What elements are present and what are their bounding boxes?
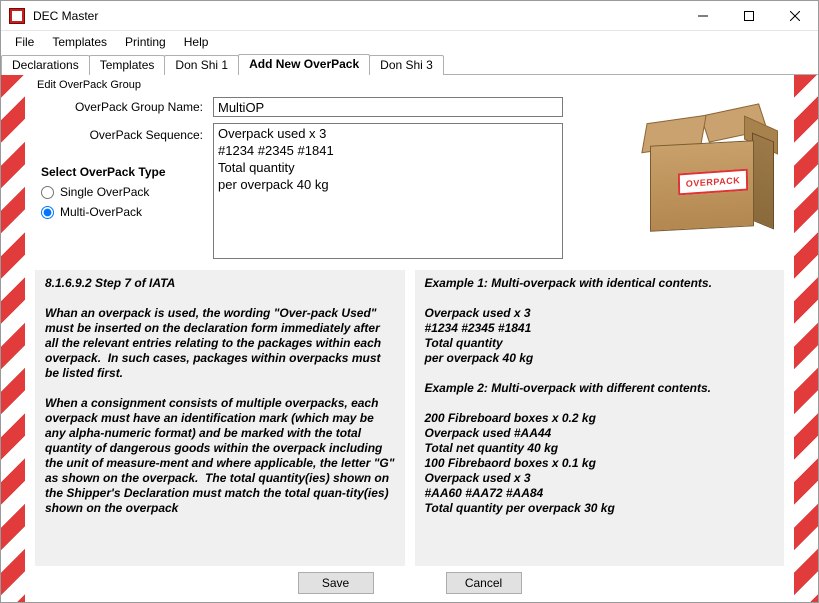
tab-add-new-overpack[interactable]: Add New OverPack bbox=[238, 54, 370, 75]
sequence-textarea[interactable] bbox=[213, 123, 563, 259]
minimize-button[interactable] bbox=[680, 1, 726, 31]
tab-don-shi-1[interactable]: Don Shi 1 bbox=[164, 55, 239, 75]
menu-printing[interactable]: Printing bbox=[117, 33, 174, 51]
maximize-button[interactable] bbox=[726, 1, 772, 31]
radio-multi-overpack-label: Multi-OverPack bbox=[60, 205, 142, 219]
radio-multi-overpack-input[interactable] bbox=[41, 206, 54, 219]
groupbox-label: Edit OverPack Group bbox=[37, 79, 784, 91]
menubar: File Templates Printing Help bbox=[1, 31, 818, 53]
help-text-right: Example 1: Multi-overpack with identical… bbox=[415, 270, 785, 566]
radio-single-overpack[interactable]: Single OverPack bbox=[41, 185, 203, 199]
tab-don-shi-3[interactable]: Don Shi 3 bbox=[369, 55, 444, 75]
app-icon bbox=[9, 8, 25, 24]
tab-templates[interactable]: Templates bbox=[89, 55, 166, 75]
form-area: Edit OverPack Group OverPack Group Name:… bbox=[1, 75, 818, 602]
group-name-input[interactable] bbox=[213, 97, 563, 117]
name-label: OverPack Group Name: bbox=[35, 97, 203, 121]
close-button[interactable] bbox=[772, 1, 818, 31]
menu-templates[interactable]: Templates bbox=[44, 33, 115, 51]
save-button[interactable]: Save bbox=[298, 572, 374, 594]
type-heading: Select OverPack Type bbox=[41, 165, 203, 179]
tabstrip: Declarations Templates Don Shi 1 Add New… bbox=[1, 53, 818, 75]
menu-help[interactable]: Help bbox=[176, 33, 217, 51]
overpack-box-icon: OVERPACK bbox=[634, 99, 774, 239]
hazard-stripe-left bbox=[1, 75, 25, 602]
menu-file[interactable]: File bbox=[7, 33, 42, 51]
titlebar: DEC Master bbox=[1, 1, 818, 31]
help-text-left: 8.1.6.9.2 Step 7 of IATA Whan an overpac… bbox=[35, 270, 405, 566]
radio-multi-overpack[interactable]: Multi-OverPack bbox=[41, 205, 203, 219]
radio-single-overpack-label: Single OverPack bbox=[60, 185, 149, 199]
hazard-stripe-right bbox=[794, 75, 818, 602]
seq-label: OverPack Sequence: bbox=[35, 125, 203, 149]
radio-single-overpack-input[interactable] bbox=[41, 186, 54, 199]
window-title: DEC Master bbox=[31, 9, 680, 23]
cancel-button[interactable]: Cancel bbox=[446, 572, 522, 594]
tab-declarations[interactable]: Declarations bbox=[1, 55, 90, 75]
